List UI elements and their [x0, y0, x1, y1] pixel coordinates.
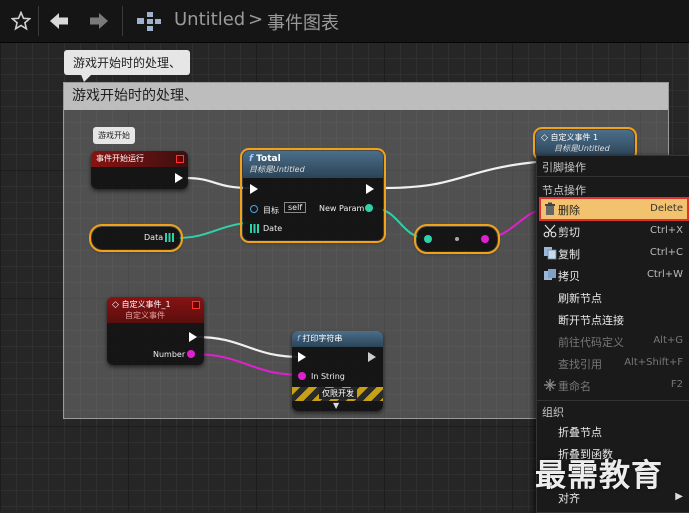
- reroute-in-pin[interactable]: [424, 235, 432, 243]
- new-param-pin[interactable]: [365, 204, 373, 212]
- delegate-pin-icon[interactable]: [176, 155, 184, 163]
- total-function-node[interactable]: f Total 目标是Untitled 目标 self New Param Da…: [240, 148, 386, 243]
- watermark-logo: 最需教育: [535, 458, 663, 494]
- trash-icon: [545, 202, 555, 215]
- custom-event-node[interactable]: ◇ 自定义事件_1 自定义事件 Number: [107, 297, 204, 365]
- menu-item-refresh-nodes[interactable]: 刷新节点: [541, 287, 687, 307]
- delegate-pin-icon[interactable]: [192, 301, 200, 309]
- self-value[interactable]: self: [284, 202, 307, 213]
- exec-out-pin[interactable]: [189, 332, 197, 342]
- data-out-pin[interactable]: [165, 233, 174, 242]
- begin-play-title: 事件开始运行: [96, 154, 144, 163]
- in-string-pin[interactable]: [298, 372, 306, 380]
- custom-event-top-title: 自定义事件 1: [550, 133, 599, 142]
- new-param-label: New Param: [319, 204, 365, 213]
- dev-only-label: 仅限开发: [319, 388, 357, 399]
- begin-play-bubble[interactable]: 游戏开始: [93, 127, 135, 144]
- menu-item-goto-definition[interactable]: 前往代码定义 Alt+G: [541, 331, 687, 351]
- scissors-icon: [543, 224, 557, 238]
- chevron-down-icon[interactable]: ▼: [333, 401, 339, 410]
- data-label: Data: [144, 233, 164, 242]
- copy-icon: [544, 247, 557, 260]
- pin-actions-header: 引脚操作: [542, 161, 586, 174]
- exec-out-pin[interactable]: [175, 173, 183, 183]
- date-label: Date: [263, 224, 283, 233]
- print-string-title: 打印字符串: [302, 334, 343, 343]
- exec-out-pin[interactable]: [368, 352, 376, 362]
- exec-out-pin[interactable]: [366, 184, 374, 194]
- reroute-out-pin[interactable]: [481, 235, 489, 243]
- number-pin[interactable]: [187, 350, 195, 358]
- number-label: Number: [153, 350, 186, 359]
- menu-item-cut[interactable]: 剪切 Ctrl+X: [541, 221, 687, 241]
- target-label: 目标: [263, 206, 279, 215]
- total-subtitle: 目标是Untitled: [249, 165, 305, 174]
- menu-item-break-node-links[interactable]: 断开节点连接: [541, 309, 687, 329]
- menu-item-delete[interactable]: 删除 Delete: [539, 197, 689, 221]
- custom-event-top-node[interactable]: ◇ 自定义事件 1 目标是Untitled: [533, 127, 637, 161]
- menu-item-duplicate[interactable]: 拷贝 Ctrl+W: [541, 265, 687, 285]
- in-string-label: In String: [311, 372, 345, 381]
- menu-item-find-references[interactable]: 查找引用 Alt+Shift+F: [541, 353, 687, 373]
- exec-in-pin[interactable]: [250, 184, 258, 194]
- reroute-node[interactable]: [414, 224, 500, 254]
- menu-item-copy[interactable]: 复制 Ctrl+C: [541, 243, 687, 263]
- exec-in-pin[interactable]: [298, 352, 306, 362]
- rename-icon: [544, 379, 556, 391]
- node-actions-header: 节点操作: [542, 184, 586, 197]
- organize-header: 组织: [542, 406, 564, 419]
- total-title: Total: [256, 154, 281, 164]
- data-variable-node[interactable]: Data: [89, 224, 183, 252]
- target-pin[interactable]: [250, 205, 258, 213]
- custom-event-subtitle: 自定义事件: [125, 311, 165, 320]
- duplicate-icon: [544, 269, 556, 280]
- chevron-right-icon: ▶: [675, 491, 683, 502]
- menu-item-rename[interactable]: 重命名 F2: [541, 375, 687, 395]
- menu-item-collapse-nodes[interactable]: 折叠节点: [541, 421, 687, 441]
- custom-event-top-subtitle: 目标是Untitled: [554, 144, 610, 153]
- date-pin[interactable]: [250, 224, 259, 233]
- custom-event-title: 自定义事件_1: [121, 300, 171, 309]
- begin-play-node[interactable]: 事件开始运行: [91, 151, 188, 189]
- print-string-node[interactable]: f 打印字符串 In String 仅限开发 ▼: [292, 331, 383, 411]
